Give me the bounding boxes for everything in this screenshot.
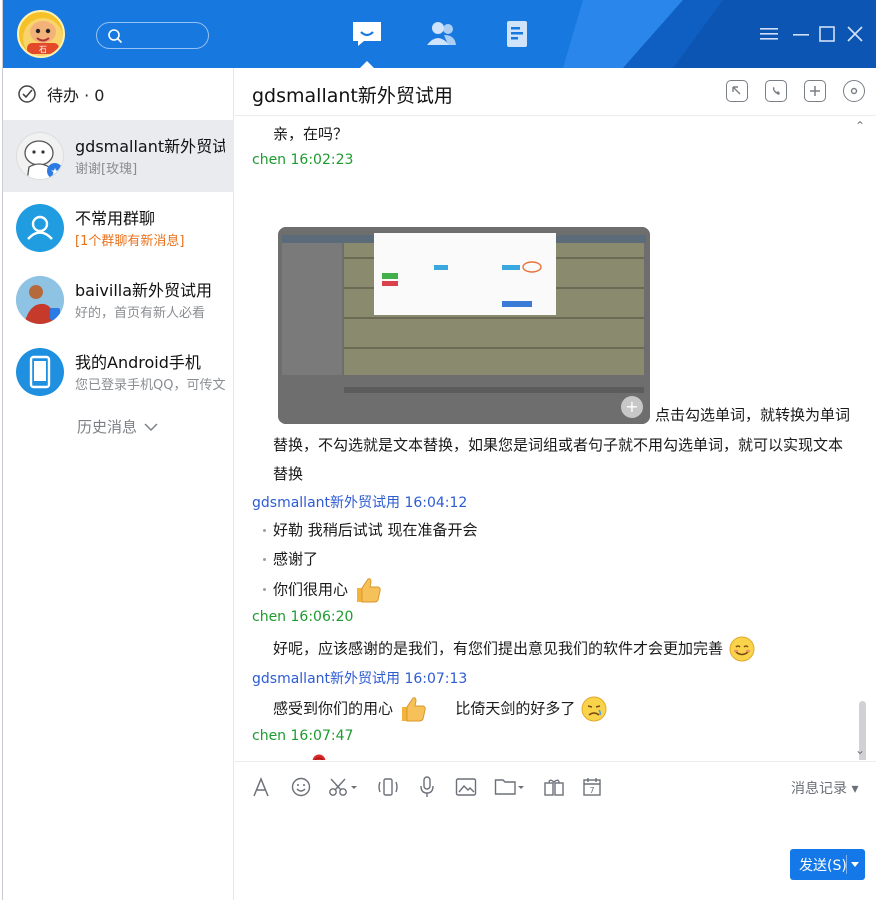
font-icon[interactable] bbox=[251, 775, 271, 799]
title-bar: 石 bbox=[3, 0, 876, 68]
send-divider bbox=[846, 855, 847, 874]
message-list: ⌃ 亲，在吗？ chen 16:02:23 + 点击勾选单词，就转换为单词 替换… bbox=[235, 117, 876, 760]
call-icon[interactable] bbox=[765, 80, 787, 102]
thumbs-up-icon bbox=[356, 578, 381, 603]
group-avatar-icon bbox=[16, 204, 64, 252]
svg-text:7: 7 bbox=[589, 786, 594, 795]
message-records-button[interactable]: 消息记录 ▾ bbox=[791, 778, 858, 798]
shake-icon[interactable] bbox=[376, 775, 400, 799]
todo-label: 待办 · 0 bbox=[47, 86, 105, 105]
message-image[interactable] bbox=[278, 227, 650, 424]
history-label: 历史消息 bbox=[77, 418, 138, 436]
send-label: 发送(S) bbox=[799, 857, 847, 874]
message-input[interactable]: 发送(S) bbox=[235, 811, 876, 900]
calendar-icon[interactable]: 7 bbox=[581, 775, 603, 799]
phone-icon bbox=[16, 348, 64, 396]
svg-text:石: 石 bbox=[39, 45, 47, 54]
settings-icon[interactable] bbox=[843, 80, 865, 102]
conversation-name: baivilla新外贸试用 bbox=[75, 281, 213, 300]
conversation-item[interactable]: 我的Android手机 您已登录手机QQ，可传文件到手机 bbox=[3, 336, 234, 408]
screenshot-icon[interactable] bbox=[327, 775, 359, 799]
active-tab-indicator bbox=[360, 61, 374, 68]
search-box[interactable] bbox=[96, 22, 209, 49]
message-text: 感受到你们的用心 bbox=[273, 699, 394, 718]
conversation-item[interactable]: baivilla新外贸试用 好的，首页有新人必看 bbox=[3, 264, 234, 336]
message-line: 谢谢 bbox=[273, 753, 330, 760]
message-text: 点击勾选单词，就转换为单词 bbox=[655, 406, 851, 424]
message-line: 好呢，应该感谢的是我们，有您们提出意见我们的软件才会更加完善 bbox=[273, 635, 756, 663]
conversation-name: gdsmallant新外贸试用 bbox=[75, 137, 225, 156]
check-circle-icon bbox=[18, 85, 36, 103]
sender-line: chen 16:07:47 bbox=[252, 728, 354, 744]
conversation-preview: 谢谢[玫瑰] bbox=[75, 162, 138, 177]
message-text: 你们很用心 bbox=[273, 580, 349, 599]
qq-chat-window: 石 待办 · 0 ★ gdsmallant新外贸试 谢谢[玫瑰] 不常用群聊 [… bbox=[2, 0, 876, 900]
message-icon[interactable] bbox=[349, 18, 385, 50]
emoji-icon[interactable] bbox=[290, 775, 312, 799]
message-line: 你们很用心 bbox=[273, 576, 383, 604]
history-messages-button[interactable]: 历史消息 bbox=[77, 416, 159, 437]
sender-line: chen 16:02:23 bbox=[252, 152, 354, 168]
screen-share-icon[interactable] bbox=[726, 80, 748, 102]
chat-title: gdsmallant新外贸试用 bbox=[252, 85, 453, 107]
message-text: 感谢了 bbox=[273, 550, 319, 568]
message-text: 替换，不勾选就是文本替换，如果您是词组或者句子就不用勾选单词，就可以实现文本 bbox=[273, 436, 844, 454]
self-avatar[interactable]: 石 bbox=[17, 10, 65, 58]
message-text: 比倚天剑的好多了 bbox=[455, 699, 576, 718]
send-options-icon[interactable] bbox=[851, 862, 859, 867]
sender-line: gdsmallant新外贸试用 16:04:12 bbox=[252, 495, 468, 511]
conversation-name: 我的Android手机 bbox=[75, 353, 201, 372]
folder-icon[interactable] bbox=[493, 775, 527, 799]
thumbs-up-icon bbox=[401, 697, 426, 722]
chat-header: gdsmallant新外贸试用 bbox=[235, 68, 876, 116]
tearful-emoji-icon bbox=[581, 696, 607, 722]
message-line: 感受到你们的用心 比倚天剑的好多了 bbox=[273, 695, 608, 723]
message-text: 亲，在吗？ bbox=[273, 125, 349, 143]
apps-icon[interactable] bbox=[499, 18, 535, 50]
zoom-in-icon[interactable]: + bbox=[621, 396, 643, 418]
chat-panel: gdsmallant新外贸试用 ⌃ 亲，在吗？ chen 16:02:23 + … bbox=[235, 68, 876, 900]
image-icon[interactable] bbox=[454, 775, 478, 799]
voice-icon[interactable] bbox=[416, 775, 438, 799]
input-toolbar: 7 消息记录 ▾ bbox=[235, 761, 876, 811]
scroll-down-icon[interactable]: ⌄ bbox=[855, 743, 865, 757]
message-text: 好勒 我稍后试试 现在准备开会 bbox=[273, 521, 478, 539]
conversation-panel: 待办 · 0 ★ gdsmallant新外贸试用 谢谢[玫瑰] bbox=[3, 68, 234, 900]
message-bullet bbox=[263, 558, 266, 561]
menu-icon[interactable] bbox=[759, 24, 779, 44]
add-member-icon[interactable] bbox=[804, 80, 826, 102]
message-bullet bbox=[263, 588, 266, 591]
conversation-item[interactable]: ★ gdsmallant新外贸试用 谢谢[玫瑰] bbox=[3, 120, 234, 192]
chevron-down-icon bbox=[144, 422, 158, 431]
conversation-name: 不常用群聊 bbox=[75, 209, 156, 228]
scroll-up-icon[interactable]: ⌃ bbox=[855, 119, 865, 133]
avatar bbox=[16, 276, 64, 324]
close-icon[interactable] bbox=[845, 24, 865, 44]
contacts-icon[interactable] bbox=[423, 18, 459, 50]
svg-text:★: ★ bbox=[51, 167, 60, 178]
message-bullet bbox=[263, 529, 266, 532]
maximize-icon[interactable] bbox=[817, 24, 837, 44]
message-text: 替换 bbox=[273, 465, 304, 483]
search-icon bbox=[108, 29, 123, 44]
gift-icon[interactable] bbox=[542, 775, 566, 799]
sender-line: gdsmallant新外贸试用 16:07:13 bbox=[252, 671, 468, 687]
conversation-item[interactable]: 不常用群聊 [1个群聊有新消息] bbox=[3, 192, 234, 264]
message-text: 好呢，应该感谢的是我们，有您们提出意见我们的软件才会更加完善 bbox=[273, 639, 724, 658]
send-button[interactable]: 发送(S) bbox=[790, 849, 865, 880]
conversation-preview: [1个群聊有新消息] bbox=[75, 234, 185, 249]
avatar: ★ bbox=[16, 132, 64, 180]
conversation-preview: 您已登录手机QQ，可传文件到手机 bbox=[75, 378, 225, 393]
todo-entry[interactable]: 待办 · 0 bbox=[3, 68, 234, 120]
conversation-preview: 好的，首页有新人必看 bbox=[75, 306, 206, 321]
smile-emoji-icon bbox=[729, 636, 755, 662]
minimize-icon[interactable] bbox=[791, 24, 811, 44]
rose-icon bbox=[312, 754, 326, 760]
sender-line: chen 16:06:20 bbox=[252, 609, 354, 625]
